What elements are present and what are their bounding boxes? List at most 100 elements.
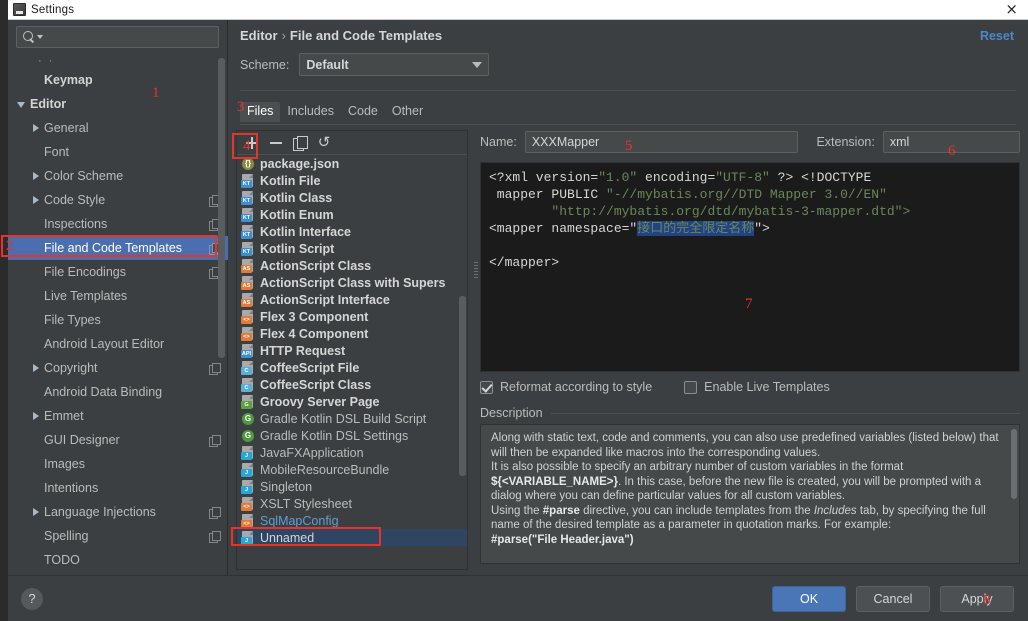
description-scrollbar[interactable] [1011, 429, 1017, 499]
list-item[interactable]: KT Kotlin Class [237, 189, 467, 206]
list-item[interactable]: AS ActionScript Class [237, 257, 467, 274]
help-button[interactable]: ? [21, 587, 43, 610]
chevron-right-icon[interactable] [30, 506, 42, 518]
sidebar-item-language-injections[interactable]: Language Injections [8, 500, 228, 524]
sidebar-item-keymap[interactable]: Keymap [8, 68, 228, 92]
reformat-checkbox[interactable] [480, 380, 493, 394]
list-item[interactable]: {} package.json [237, 155, 467, 172]
tab-code[interactable]: Code [341, 102, 385, 122]
name-input[interactable]: XXXMapper [524, 131, 799, 153]
list-item[interactable]: G Groovy Server Page [237, 393, 467, 410]
apply-button-label: Apply [961, 591, 993, 606]
breadcrumb: Editor › File and Code Templates [240, 28, 442, 43]
reformat-checkbox-label: Reformat according to style [500, 380, 653, 394]
list-item-label: MobileResourceBundle [260, 462, 390, 477]
tab-includes[interactable]: Includes [280, 102, 341, 122]
sidebar-item-gui-designer[interactable]: GUI Designer [8, 428, 228, 452]
sidebar-item-android-data-binding[interactable]: Android Data Binding [8, 380, 228, 404]
list-item[interactable]: <> SqlMapConfig [237, 512, 467, 529]
copy-template-button[interactable] [289, 133, 311, 153]
sidebar-item-copyright[interactable]: Copyright [8, 356, 228, 380]
close-icon[interactable]: × [1005, 2, 1018, 17]
list-item-label: Kotlin File [260, 173, 321, 188]
description-body[interactable]: Along with static text, code and comment… [480, 424, 1020, 564]
live-templates-checkbox[interactable] [684, 380, 698, 394]
list-item-label: Gradle Kotlin DSL Settings [260, 428, 409, 443]
sidebar-item-todo[interactable]: TODO [8, 548, 228, 572]
list-item[interactable]: <> XSLT Stylesheet [237, 495, 467, 512]
template-list-scrollbar[interactable] [459, 296, 466, 476]
apply-button[interactable]: Apply [940, 585, 1014, 612]
list-item[interactable]: KT Kotlin Enum [237, 206, 467, 223]
list-item[interactable]: KT Kotlin Script [237, 240, 467, 257]
sidebar-item-color-scheme[interactable]: Color Scheme [8, 164, 228, 188]
sidebar-item-file-encodings[interactable]: File Encodings [8, 260, 228, 284]
ok-button[interactable]: OK [772, 585, 846, 612]
desc-p2-a: It is also possible to specify an arbitr… [491, 461, 904, 473]
list-item[interactable]: C CoffeeScript Class [237, 376, 467, 393]
template-tabs: Files Includes Code Other [240, 102, 430, 122]
live-templates-checkbox-label: Enable Live Templates [704, 380, 830, 394]
copy-settings-icon [209, 530, 221, 543]
description-paragraph-3: Using the #parse directive, you can incl… [491, 504, 1009, 533]
list-item[interactable]: <> Flex 4 Component [237, 325, 467, 342]
template-code-editor[interactable]: <?xml version="1.0" encoding="UTF-8" ?> … [480, 162, 1020, 372]
sidebar-item-images[interactable]: Images [8, 452, 228, 476]
reset-link[interactable]: Reset [980, 29, 1014, 43]
sidebar-item-general[interactable]: General [8, 116, 228, 140]
chevron-right-icon[interactable] [30, 410, 42, 422]
remove-template-button[interactable] [265, 133, 287, 153]
sidebar-item-font[interactable]: Font [8, 140, 228, 164]
sidebar-item-code-style[interactable]: Code Style [8, 188, 228, 212]
list-item[interactable]: G Gradle Kotlin DSL Settings [237, 427, 467, 444]
add-template-button[interactable] [241, 133, 263, 153]
list-item[interactable]: J JavaFXApplication [237, 444, 467, 461]
search-box[interactable] [16, 26, 219, 48]
sidebar-item-label: Emmet [44, 409, 84, 423]
list-item[interactable]: J MobileResourceBundle [237, 461, 467, 478]
search-input[interactable] [47, 29, 212, 45]
java-file-icon: J [241, 445, 255, 460]
sidebar-item-file-and-code-templates[interactable]: File and Code Templates [8, 236, 228, 260]
breadcrumb-root[interactable]: Editor [240, 28, 278, 43]
sidebar-item-editor[interactable]: Editor [8, 92, 228, 116]
chevron-down-icon[interactable] [16, 98, 28, 110]
sidebar-item-android-layout-editor[interactable]: Android Layout Editor [8, 332, 228, 356]
settings-sidebar: · · Keymap Editor General Font Color Scheme C… [8, 20, 228, 575]
chevron-right-icon[interactable] [30, 362, 42, 374]
sidebar-item-spelling[interactable]: Spelling [8, 524, 228, 548]
panel-splitter[interactable] [472, 250, 480, 290]
tab-other[interactable]: Other [385, 102, 430, 122]
reset-template-button[interactable]: ↺ [313, 133, 335, 153]
scheme-dropdown[interactable]: Default [299, 53, 490, 76]
settings-content: Editor › File and Code Templates Reset Sch… [228, 20, 1028, 575]
list-item[interactable]: <> Flex 3 Component [237, 308, 467, 325]
chevron-right-icon[interactable] [30, 194, 42, 206]
list-item[interactable]: KT Kotlin File [237, 172, 467, 189]
extension-input[interactable]: xml [882, 131, 1020, 153]
list-item-label: Groovy Server Page [260, 394, 380, 409]
list-item[interactable]: KT Kotlin Interface [237, 223, 467, 240]
sidebar-item-emmet[interactable]: Emmet [8, 404, 228, 428]
sidebar-item-file-types[interactable]: File Types [8, 308, 228, 332]
chevron-right-icon[interactable] [30, 170, 42, 182]
list-item[interactable]: G Gradle Kotlin DSL Build Script [237, 410, 467, 427]
list-item[interactable]: J Unnamed [237, 529, 467, 546]
chevron-right-icon[interactable] [30, 122, 42, 134]
sidebar-scrollbar[interactable] [218, 58, 225, 358]
sidebar-item-intentions[interactable]: Intentions [8, 476, 228, 500]
list-item[interactable]: J Singleton [237, 478, 467, 495]
list-item[interactable]: AS ActionScript Interface [237, 291, 467, 308]
sidebar-item-inspections[interactable]: Inspections [8, 212, 228, 236]
tab-files[interactable]: Files [240, 102, 281, 122]
chevron-down-icon[interactable] [37, 35, 43, 39]
list-item[interactable]: API HTTP Request [237, 342, 467, 359]
sidebar-item-live-templates[interactable]: Live Templates [8, 284, 228, 308]
list-item[interactable]: AS ActionScript Class with Supers [237, 274, 467, 291]
cancel-button[interactable]: Cancel [856, 585, 930, 612]
list-item[interactable]: C CoffeeScript File [237, 359, 467, 376]
